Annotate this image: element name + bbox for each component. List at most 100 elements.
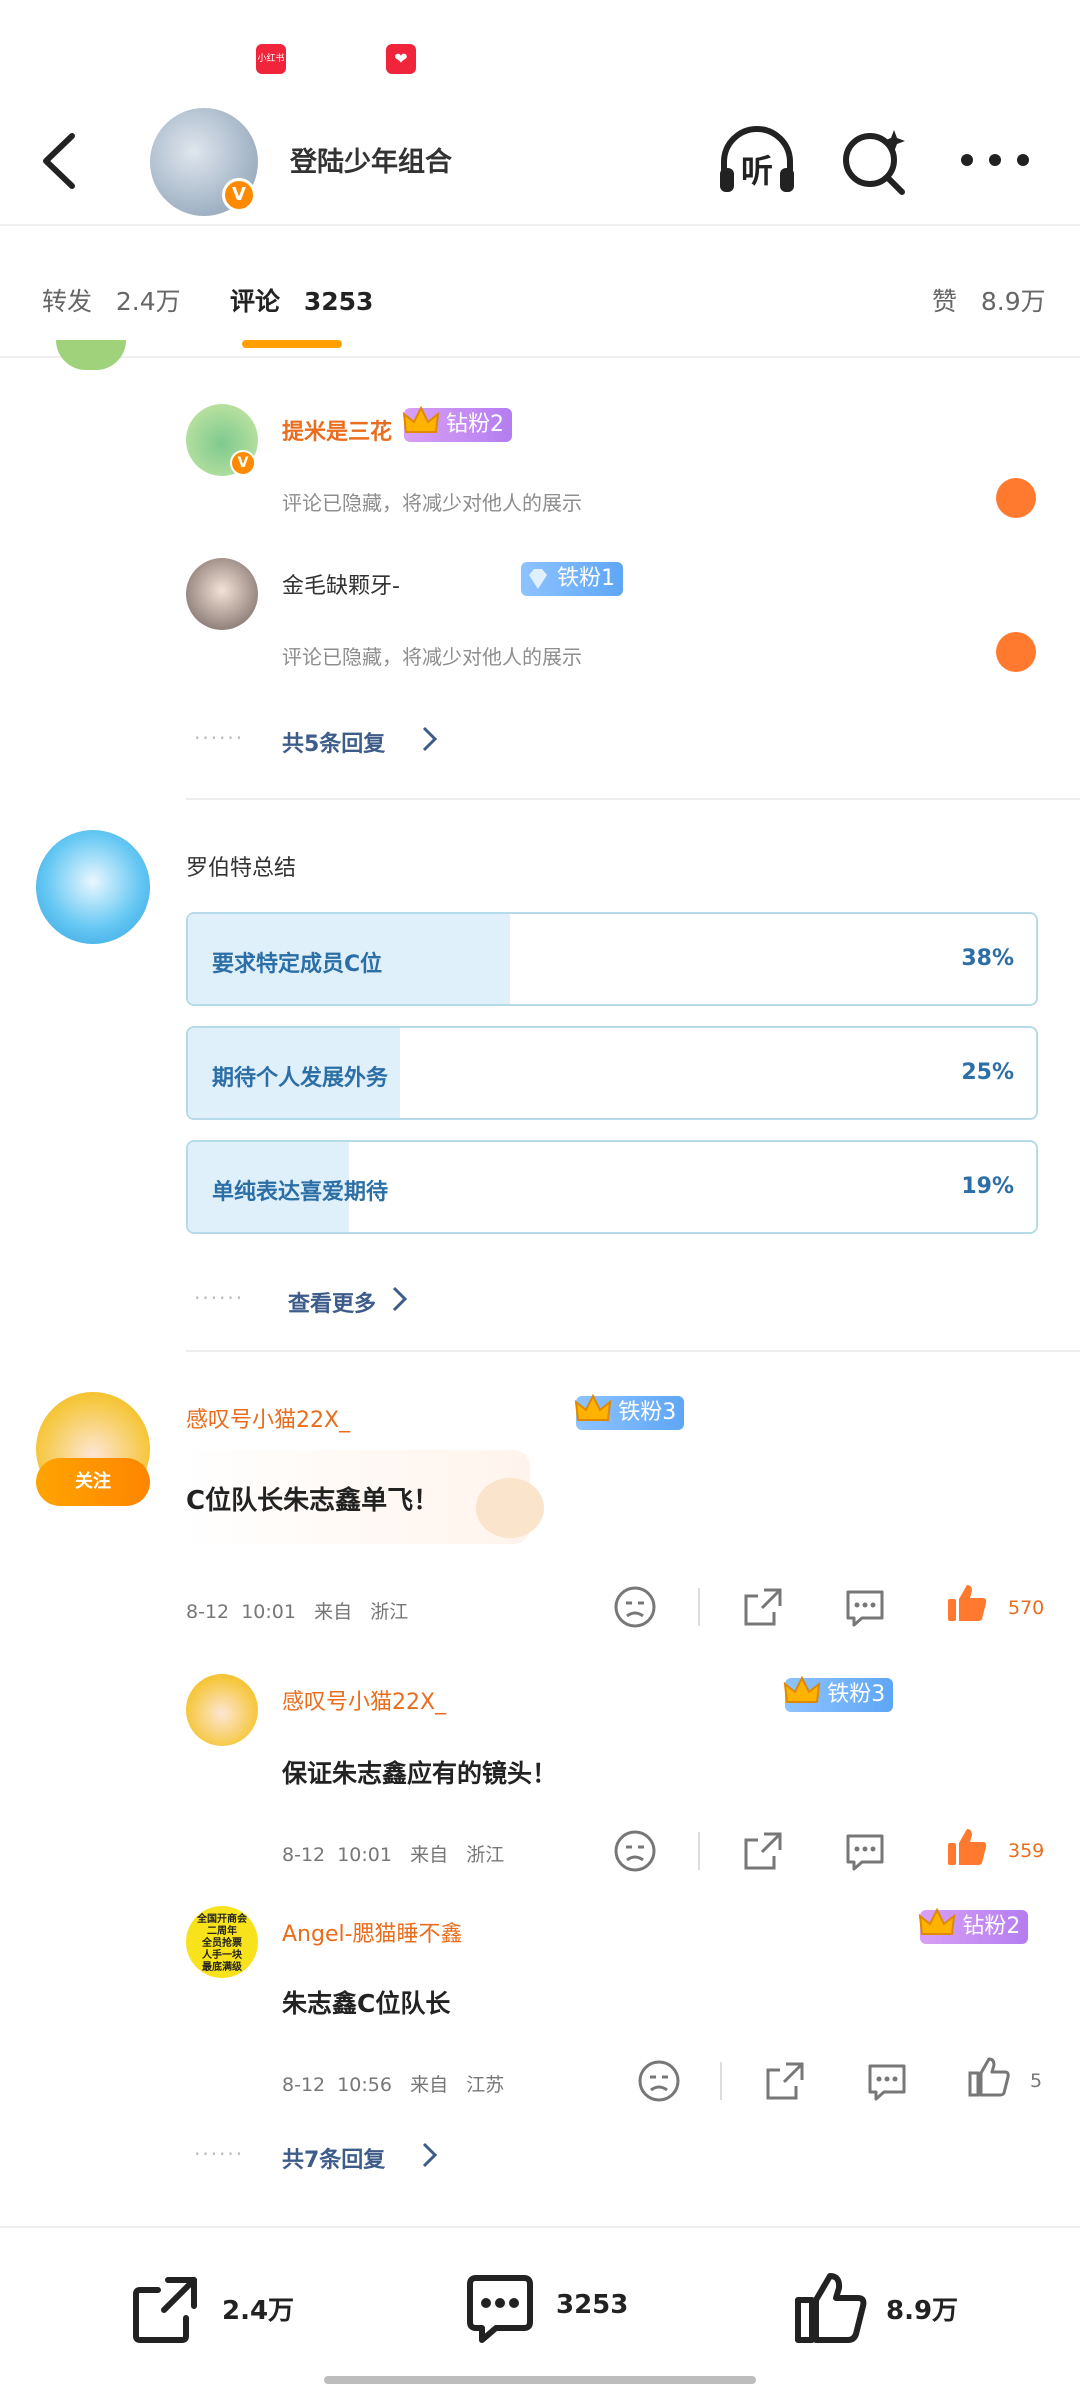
tab-likes[interactable]: 赞 8.9万	[932, 282, 1046, 318]
dislike-face-icon[interactable]	[996, 632, 1036, 672]
poll-option-percent: 38%	[961, 946, 1014, 971]
like-count: 570	[1008, 1597, 1045, 1619]
repost-icon[interactable]	[126, 2270, 206, 2350]
reply-location: 浙江	[466, 1844, 505, 1866]
dots-divider: ······	[194, 2142, 245, 2166]
reply-meta: 8-12 10:01 来自 浙江	[282, 1840, 504, 1867]
divider	[186, 798, 1080, 800]
bottom-action-bar: 2.4万 3253 8.9万	[0, 2226, 1080, 2388]
reply-date: 8-12	[282, 1844, 326, 1866]
thumbs-up-icon[interactable]	[944, 1824, 990, 1870]
comment-date: 8-12	[186, 1601, 230, 1623]
tab-repost[interactable]: 转发 2.4万	[42, 282, 181, 318]
crown-icon	[402, 405, 440, 433]
verified-v-icon: V	[222, 178, 256, 212]
comment-icon[interactable]	[842, 1828, 888, 1874]
tab-likes-label: 赞	[932, 287, 958, 316]
home-indicator[interactable]	[324, 2376, 756, 2384]
like-count[interactable]: 8.9万	[886, 2290, 958, 2327]
back-arrow-icon[interactable]	[32, 126, 92, 196]
poll-option-label: 单纯表达喜爱期待	[212, 1180, 389, 1205]
xiaohongshu-app-icon: 小红书	[256, 44, 286, 74]
fan-badge[interactable]: 铁粉1	[521, 562, 624, 596]
fan-badge[interactable]: 钻粉2	[919, 1907, 1029, 1944]
dots-divider: ······	[194, 726, 245, 750]
fan-badge-label: 铁粉3	[618, 1400, 677, 1425]
comment-time: 10:01	[241, 1601, 296, 1623]
crown-icon	[574, 1393, 612, 1421]
avatar-text: 最底满级	[202, 1962, 242, 1973]
reply-time: 10:01	[337, 1844, 392, 1866]
reply-from: 来自	[410, 1844, 449, 1866]
repost-count[interactable]: 2.4万	[222, 2290, 294, 2327]
more-replies-link[interactable]: 共5条回复	[282, 726, 438, 758]
fan-badge[interactable]: 铁粉3	[784, 1675, 894, 1712]
dislike-face-icon[interactable]	[636, 2058, 682, 2104]
listen-headphones-icon[interactable]: 听	[714, 120, 800, 200]
reply-text: 朱志鑫C位队长	[282, 1989, 451, 2018]
comment-count[interactable]: 3253	[556, 2290, 628, 2320]
search-icon[interactable]	[832, 120, 918, 200]
cat-sticker	[476, 1478, 544, 1538]
page-title[interactable]: 登陆少年组合	[290, 140, 452, 179]
verified-v-icon: V	[230, 450, 256, 476]
comment-icon[interactable]	[864, 2058, 910, 2104]
poll-option-label: 期待个人发展外务	[212, 1066, 389, 1091]
comment-meta: 8-12 10:01 来自 浙江	[186, 1597, 408, 1624]
chevron-right-icon	[422, 726, 438, 752]
more-replies-label: 共7条回复	[282, 2148, 386, 2173]
comment-icon[interactable]	[842, 1584, 888, 1630]
top-header: V 登陆少年组合 听	[0, 90, 1080, 226]
like-count: 359	[1008, 1840, 1045, 1862]
follow-button[interactable]: 关注	[36, 1458, 150, 1506]
avatar-text: 全国开商会	[197, 1914, 247, 1925]
reply-username[interactable]: 感叹号小猫22X_	[282, 1684, 446, 1716]
thumbs-up-icon[interactable]	[944, 1580, 990, 1626]
tab-comments[interactable]: 评论 3253	[230, 282, 373, 318]
reply-username[interactable]: 提米是三花	[282, 414, 392, 446]
view-more-link[interactable]: 查看更多	[288, 1286, 408, 1318]
reply-username[interactable]: Angel-腮猫睡不鑫	[282, 1916, 463, 1948]
poll-option[interactable]: 要求特定成员C位 38%	[186, 912, 1038, 1006]
share-icon[interactable]	[740, 1828, 786, 1874]
fan-badge-label: 铁粉1	[557, 566, 616, 591]
reply-username[interactable]: 金毛缺颗牙-	[282, 568, 400, 600]
avatar[interactable]	[186, 1674, 258, 1746]
thumbs-up-icon[interactable]	[790, 2268, 870, 2348]
tab-repost-label: 转发	[42, 287, 93, 316]
view-more-label: 查看更多	[288, 1292, 377, 1317]
robot-avatar[interactable]	[36, 830, 150, 944]
dislike-face-icon[interactable]	[612, 1584, 658, 1630]
dots-divider: ······	[194, 1286, 245, 1310]
cut-off-avatar	[56, 340, 126, 370]
tab-comments-label: 评论	[230, 287, 281, 316]
fan-badge[interactable]: 钻粉2	[402, 405, 512, 442]
avatar[interactable]: 全国开商会 二周年 全员抢票 人手一块 最底满级	[186, 1906, 258, 1978]
dislike-face-icon[interactable]	[996, 478, 1036, 518]
fan-badge-label: 钻粉2	[962, 1914, 1021, 1939]
reply-location: 江苏	[466, 2074, 505, 2096]
commenter-username[interactable]: 感叹号小猫22X_	[186, 1402, 350, 1434]
divider	[698, 1588, 700, 1626]
svg-text:听: 听	[741, 152, 773, 190]
share-icon[interactable]	[740, 1584, 786, 1630]
diamond-icon	[529, 569, 548, 589]
poll-option[interactable]: 期待个人发展外务 25%	[186, 1026, 1038, 1120]
poll-title: 罗伯特总结	[186, 856, 297, 881]
like-count: 5	[1030, 2070, 1043, 2092]
poll-option-percent: 25%	[961, 1060, 1014, 1085]
more-options-icon[interactable]	[952, 120, 1038, 200]
reply-from: 来自	[410, 2074, 449, 2096]
poll-option[interactable]: 单纯表达喜爱期待 19%	[186, 1140, 1038, 1234]
divider	[720, 2062, 722, 2100]
fan-badge-label: 铁粉3	[827, 1682, 886, 1707]
thumbs-up-icon[interactable]	[966, 2054, 1012, 2100]
hidden-comment-text: 评论已隐藏，将减少对他人的展示	[282, 645, 582, 669]
avatar[interactable]	[186, 558, 258, 630]
dislike-face-icon[interactable]	[612, 1828, 658, 1874]
fan-badge[interactable]: 铁粉3	[574, 1393, 685, 1430]
more-replies-label: 共5条回复	[282, 732, 386, 757]
more-replies-link[interactable]: 共7条回复	[282, 2142, 438, 2174]
comment-icon[interactable]	[460, 2270, 540, 2350]
share-icon[interactable]	[762, 2058, 808, 2104]
